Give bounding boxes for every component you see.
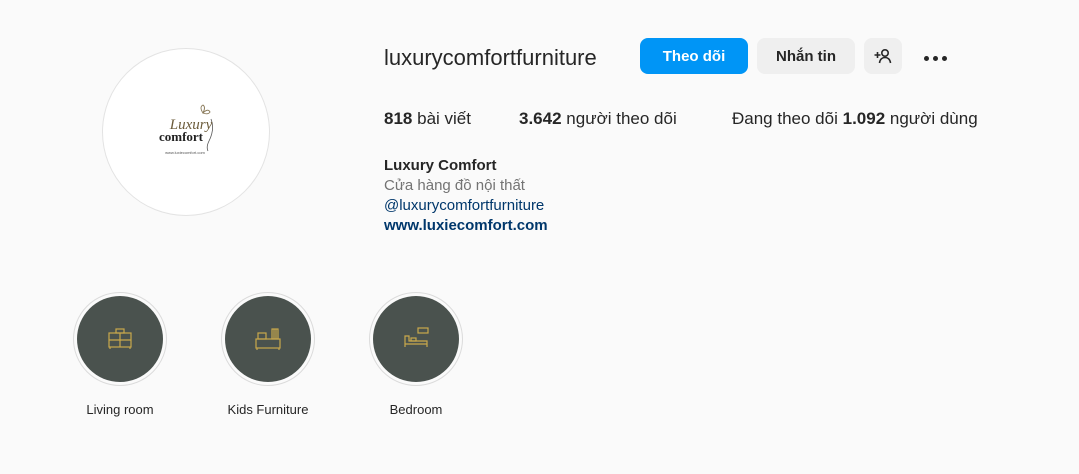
bio-website-link[interactable]: www.luxiecomfort.com <box>384 216 548 236</box>
suggest-accounts-button[interactable] <box>864 38 902 74</box>
posts-count-label: bài viết <box>417 109 471 128</box>
more-options-button[interactable] <box>918 44 952 68</box>
posts-count: 818 bài viết <box>384 108 471 130</box>
highlight-ring <box>221 292 315 386</box>
following-link[interactable]: Đang theo dõi 1.092 người dùng <box>732 108 978 130</box>
following-count-label: người dùng <box>889 109 978 128</box>
highlight-kids-furniture[interactable]: Kids Furniture <box>193 292 343 418</box>
followers-count-value: 3.642 <box>519 109 562 128</box>
highlight-cover <box>373 296 459 382</box>
highlight-cover <box>77 296 163 382</box>
bio-name: Luxury Comfort <box>384 157 497 174</box>
posts-count-value: 818 <box>384 109 413 128</box>
logo-caption: www.luxiecomfort.com <box>165 150 205 155</box>
butterfly-icon <box>200 104 211 115</box>
highlight-label: Bedroom <box>389 402 443 417</box>
highlight-ring <box>73 292 167 386</box>
follow-button[interactable]: Theo dõi <box>640 38 748 74</box>
followers-count-label: người theo dõi <box>566 109 677 128</box>
highlight-cover <box>225 296 311 382</box>
message-button[interactable]: Nhắn tin <box>757 38 855 74</box>
kids-furniture-icon <box>255 328 281 350</box>
more-options-icon <box>922 49 949 64</box>
highlight-label: Kids Furniture <box>227 402 309 417</box>
logo-line2: comfort <box>159 129 204 144</box>
bio-handle-link[interactable]: @luxurycomfortfurniture <box>384 196 548 216</box>
following-prefix: Đang theo dõi <box>732 109 838 128</box>
followers-link[interactable]: 3.642 người theo dõi <box>519 108 677 130</box>
highlight-bedroom[interactable]: Bedroom <box>341 292 491 418</box>
bed-icon <box>404 327 429 347</box>
following-count-value: 1.092 <box>842 109 886 128</box>
profile-bio: Luxury Comfort Cửa hàng đồ nội thất @lux… <box>384 156 548 236</box>
luxury-comfort-logo: Luxury comfort www.luxiecomfort.com <box>159 104 213 155</box>
highlight-ring <box>369 292 463 386</box>
highlight-label: Living room <box>86 402 154 417</box>
dresser-icon <box>108 328 132 349</box>
add-person-icon <box>874 48 892 64</box>
profile-avatar[interactable]: Luxury comfort www.luxiecomfort.com <box>102 48 270 216</box>
highlight-living-room[interactable]: Living room <box>45 292 195 418</box>
profile-username: luxurycomfortfurniture <box>384 45 597 70</box>
bio-category: Cửa hàng đồ nội thất <box>384 177 525 194</box>
